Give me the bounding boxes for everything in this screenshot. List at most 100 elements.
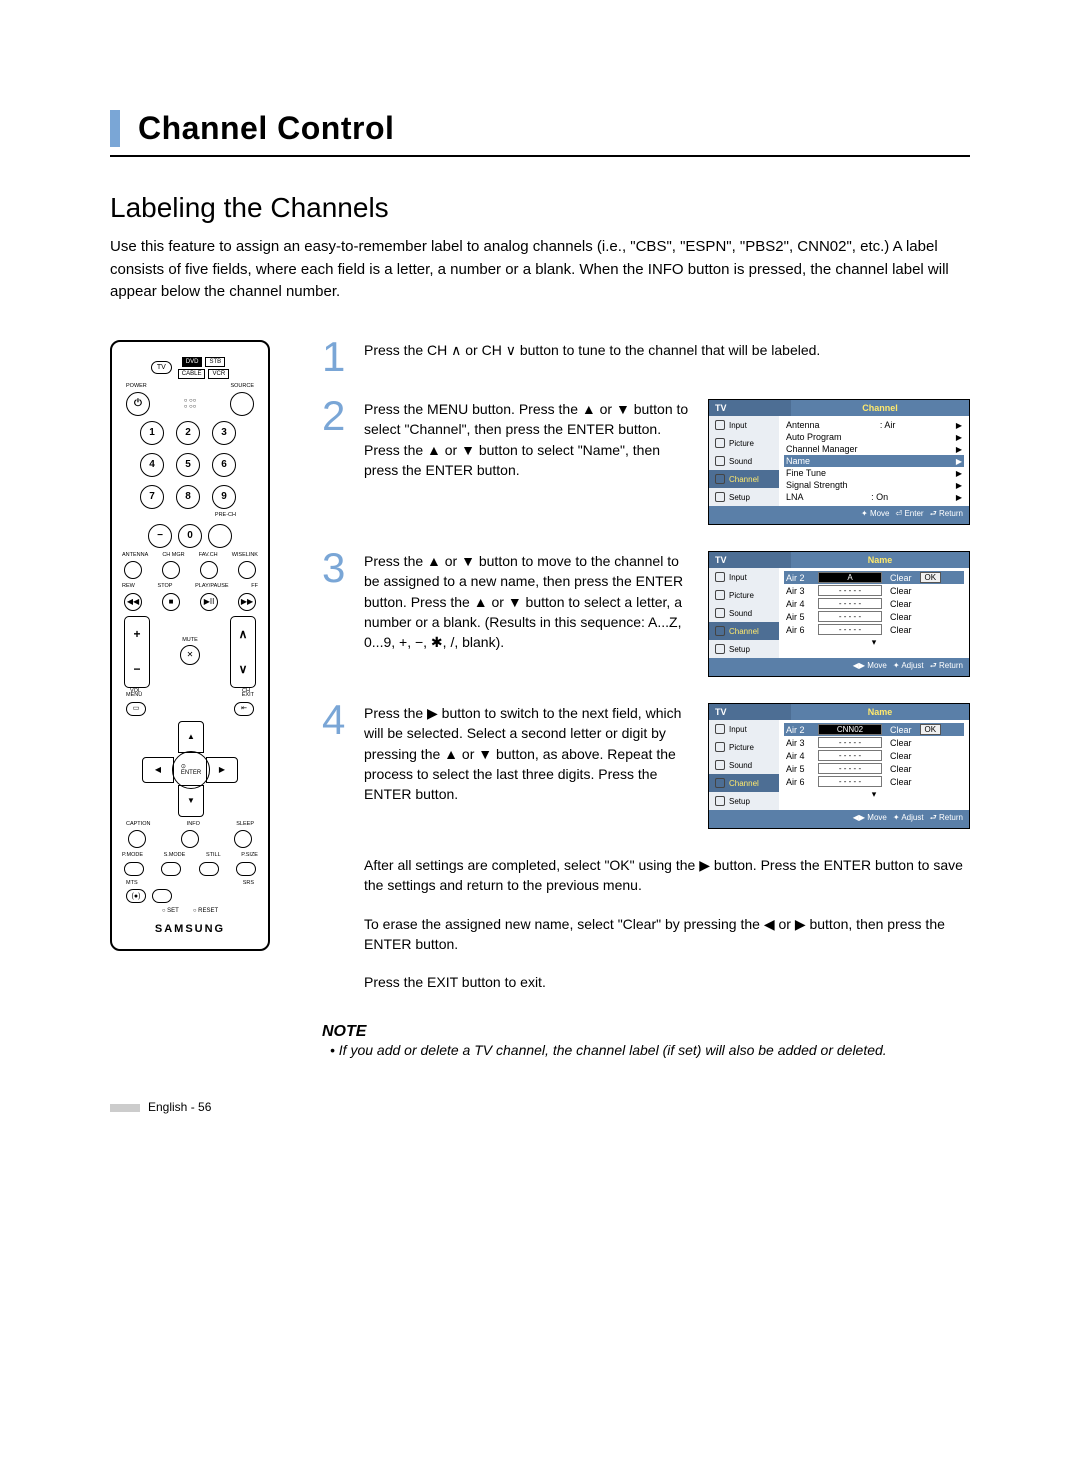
lbl-still: STILL [206,853,221,859]
lbl-srs: SRS [243,881,254,887]
rew-button: ◀◀ [124,593,142,611]
step-1-number: 1 [322,340,346,374]
setup-icon [715,644,725,654]
favch-button [200,561,218,579]
side-picture: Picture [729,743,754,752]
side-sound: Sound [729,457,752,466]
n1-r2-clear: Clear [886,599,916,609]
lbl-mute: MUTE [182,638,198,644]
footer-bar-icon [110,1104,140,1112]
n2-r1-val: - - - - - [818,737,882,748]
lbl-menu: MENU [126,693,142,699]
after-text-2: To erase the assigned new name, select "… [364,914,970,955]
n1-r1-val: - - - - - [818,585,882,596]
n1-r0-ok: OK [920,572,942,583]
dpad: ▲ ▼ ◀ ▶ ⊙ENTER [142,721,238,817]
dpad-down: ▼ [178,785,204,817]
step-1: 1 Press the CH ∧ or CH ∨ button to tune … [322,340,970,374]
input-icon [715,724,725,734]
menu-button: ▭ [126,702,146,716]
n2-r4-val: - - - - - [818,776,882,787]
osd-tv-3: TV [709,704,791,720]
page-footer: English - 56 [110,1100,970,1114]
n2-r4-ch: Air 6 [786,777,814,787]
picture-icon [715,590,725,600]
osd-name2-main: Air 2CNN02ClearOK Air 3- - - - -Clear Ai… [779,720,969,810]
n2-r0-val: CNN02 [818,724,882,735]
remote-stb: STB [205,357,225,367]
side-channel: Channel [729,475,759,484]
row-chmgr: Channel Manager [786,444,858,454]
remote-column: TV DVD STB CABLE VCR POWERSOURCE ⏻ [110,340,270,1061]
n1-r0-clear: Clear [886,573,916,583]
side-picture: Picture [729,439,754,448]
sound-icon [715,760,725,770]
dpad-enter: ⊙ENTER [172,751,210,789]
n2-r2-ch: Air 4 [786,751,814,761]
osd-sidebar-2: Input Picture Sound Channel Setup [709,568,779,658]
num-8: 8 [176,485,200,509]
n1-r0-ch: Air 2 [786,573,814,583]
dpad-up: ▲ [178,721,204,753]
side-setup: Setup [729,645,750,654]
n1-r0-val: A [818,572,882,583]
num-9: 9 [212,485,236,509]
lbl-exit: EXIT [242,693,254,699]
lbl-rew: REW [122,584,135,590]
n2-r3-val: - - - - - [818,763,882,774]
n2-r1-clear: Clear [886,738,916,748]
antenna-button [124,561,142,579]
page-title: Channel Control [138,110,394,147]
osd-name1-main: Air 2AClearOK Air 3- - - - -Clear Air 4-… [779,568,969,658]
srs-button [152,889,172,903]
n1-r3-ch: Air 5 [786,612,814,622]
step-2: 2 Press the MENU button. Press the ▲ or … [322,399,970,525]
wiselink-button [238,561,256,579]
power-button: ⏻ [126,392,150,416]
lbl-source: SOURCE [230,384,254,390]
side-input: Input [729,725,747,734]
input-icon [715,420,725,430]
remote-tv: TV [151,361,172,374]
row-signal: Signal Strength [786,480,848,490]
title-accent [110,110,120,147]
step-1-text: Press the CH ∧ or CH ∨ button to tune to… [364,340,970,360]
lbl-power: POWER [126,384,147,390]
num-7: 7 [140,485,164,509]
osd-name2-title: Name [791,704,969,720]
intro-text: Use this feature to assign an easy-to-re… [110,236,970,304]
info-button [181,830,199,848]
n1-r1-clear: Clear [886,586,916,596]
n1-r2-ch: Air 4 [786,599,814,609]
row-lna: LNA [786,492,804,502]
osd-sidebar-3: Input Picture Sound Channel Setup [709,720,779,810]
step-2-number: 2 [322,399,346,433]
note-body: • If you add or delete a TV channel, the… [330,1041,970,1061]
osd-name1-title: Name [791,552,969,568]
sound-icon [715,608,725,618]
osd-tv: TV [709,400,791,416]
lbl-sleep: SLEEP [236,822,254,828]
row-autop: Auto Program [786,432,842,442]
mute-button: ✕ [180,645,200,665]
chmgr-button [162,561,180,579]
section-title: Labeling the Channels [110,192,970,224]
lbl-antenna: ANTENNA [122,553,148,559]
step-4: 4 Press the ▶ button to switch to the ne… [322,703,970,829]
remote-cable: CABLE [178,369,206,379]
num-1: 1 [140,421,164,445]
remote-dvd: DVD [182,357,203,367]
osd-name-1: TVName Input Picture Sound Channel Setup… [708,551,970,677]
remote-control: TV DVD STB CABLE VCR POWERSOURCE ⏻ [110,340,270,952]
num-0: 0 [178,524,202,548]
channel-icon [715,778,725,788]
n1-r4-val: - - - - - [818,624,882,635]
osd-sidebar: Input Picture Sound Channel Setup [709,416,779,506]
sound-icon [715,456,725,466]
side-channel: Channel [729,627,759,636]
lbl-mts: MTS [126,881,138,887]
step-3-number: 3 [322,551,346,585]
step-2-text: Press the MENU button. Press the ▲ or ▼ … [364,399,690,480]
source-button [230,392,254,416]
picture-icon [715,438,725,448]
